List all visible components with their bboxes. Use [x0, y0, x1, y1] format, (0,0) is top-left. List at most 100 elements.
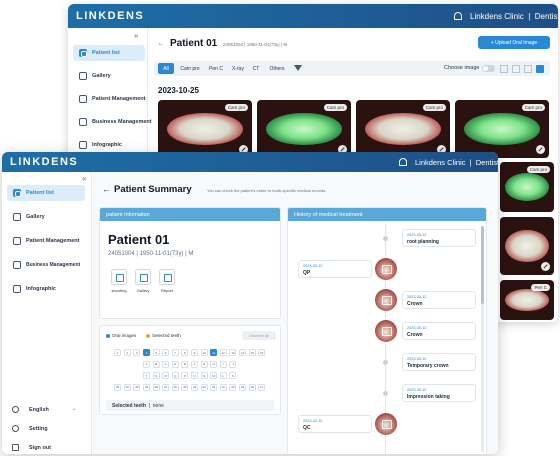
edit-icon[interactable] [541, 262, 550, 271]
report-icon[interactable] [159, 269, 175, 285]
tooth-cell[interactable]: 1 [114, 349, 122, 356]
tooth-cell[interactable]: 12 [219, 349, 227, 356]
chevron-down-icon[interactable]: ⌄ [72, 406, 76, 412]
tooth-cell[interactable]: D [171, 360, 179, 368]
tooth-cell[interactable]: Q [171, 372, 179, 379]
tab-all[interactable]: All [158, 63, 174, 74]
filter-icon[interactable] [294, 65, 302, 71]
sidebar-item-patient-list[interactable]: Patient list [73, 45, 145, 61]
tooth-cell[interactable]: 16 [258, 349, 266, 356]
treatment-photo[interactable] [375, 413, 397, 435]
tab-ct[interactable]: CT [250, 63, 262, 74]
tooth-cell[interactable]: 31 [123, 383, 131, 391]
sidebar-item-business-management[interactable]: Business Management [73, 114, 152, 130]
tooth-cell[interactable]: C [162, 360, 170, 368]
sidebar-item-patient-list[interactable]: Patient list [7, 185, 85, 201]
collapse-sidebar-icon[interactable]: « [134, 31, 138, 40]
oral-image-thumbnail[interactable]: Pen C [500, 280, 554, 320]
tooth-cell[interactable]: 4 [143, 349, 150, 356]
tooth-cell[interactable]: 3 [133, 349, 141, 356]
tooth-cell[interactable]: 15 [248, 349, 256, 356]
sidebar-item-infographic[interactable]: Infographic [7, 281, 85, 297]
tooth-cell[interactable]: G [200, 360, 208, 368]
tooth-cell[interactable]: M [210, 372, 218, 379]
setting-button[interactable]: Setting [12, 425, 48, 432]
tooth-cell[interactable]: F [191, 360, 198, 368]
sidebar-item-gallery[interactable]: Gallery [73, 68, 145, 84]
collapse-sidebar-icon[interactable]: « [82, 174, 86, 183]
tooth-cell[interactable]: L [219, 372, 227, 379]
tooth-cell[interactable]: 23 [200, 383, 208, 391]
choose-image-toggle[interactable] [482, 65, 495, 72]
tooth-cell[interactable]: 20 [229, 383, 237, 391]
treatment-photo[interactable] [375, 289, 397, 311]
tab-pen-c[interactable]: Pen C [206, 63, 226, 74]
tooth-cell[interactable]: R [162, 372, 170, 379]
tooth-cell[interactable]: I [219, 360, 227, 368]
tooth-cell[interactable]: 17 [258, 383, 266, 391]
tooth-cell[interactable]: 7 [171, 349, 179, 356]
back-arrow-icon[interactable]: ← [102, 184, 111, 194]
unselect-all-button[interactable]: Unselect All [242, 331, 276, 340]
sidebar-item-patient-management[interactable]: Patient Management [7, 233, 85, 249]
tooth-cell[interactable]: 9 [191, 349, 198, 356]
tooth-cell[interactable]: 14 [239, 349, 246, 356]
view-list-icon[interactable] [500, 64, 508, 73]
tab-x-ray[interactable]: X-ray [230, 63, 246, 74]
tooth-cell[interactable]: 26 [171, 383, 179, 391]
camera-icon[interactable] [111, 269, 127, 285]
scrollbar-thumb[interactable] [481, 226, 484, 304]
tooth-cell[interactable]: 25 [181, 383, 189, 391]
view-grid-large-icon[interactable] [536, 64, 544, 73]
treatment-photo[interactable] [375, 258, 397, 280]
tooth-cell[interactable]: 5 [152, 349, 160, 356]
tooth-cell[interactable]: 18 [248, 383, 256, 391]
tooth-cell[interactable]: 19 [239, 383, 246, 391]
tooth-cell[interactable]: N [200, 372, 208, 379]
language-select[interactable]: English [12, 406, 49, 413]
tooth-cell[interactable]: 10 [200, 349, 208, 356]
tooth-cell[interactable]: H [210, 360, 218, 368]
tooth-cell[interactable]: E [181, 360, 189, 368]
oral-image-thumbnail[interactable]: Cam pro [455, 100, 549, 158]
view-grid-small-icon[interactable] [512, 64, 520, 73]
tooth-cell[interactable]: 30 [133, 383, 141, 391]
tooth-cell[interactable]: 13 [229, 349, 237, 356]
sidebar-item-infographic[interactable]: Infographic [73, 137, 145, 153]
treatment-card[interactable]: 2023-05-12 Crown [402, 291, 476, 309]
sign-out-button[interactable]: Sign out [12, 444, 51, 451]
oral-image-thumbnail[interactable]: Cam pro [158, 100, 252, 158]
treatment-card[interactable]: 2023-05-12 QP [298, 260, 372, 278]
edit-icon[interactable] [536, 145, 545, 154]
treatment-card[interactable]: 2023-05-12 root planning [402, 229, 476, 247]
tooth-cell[interactable]: 24 [191, 383, 198, 391]
tooth-cell[interactable]: 8 [181, 349, 189, 356]
oral-image-thumbnail[interactable]: Cam pro [356, 100, 450, 158]
tooth-cell[interactable]: O [191, 372, 198, 379]
treatment-card[interactable]: 2023-05-12 QC [298, 415, 372, 433]
tooth-cell[interactable]: 32 [114, 383, 122, 391]
treatment-card[interactable]: 2023-05-12 Crown [402, 322, 476, 340]
tab-cam-pro[interactable]: Cam pro [178, 63, 202, 74]
treatment-card[interactable]: 2023-05-12 Impression taking [402, 384, 476, 402]
oral-image-thumbnail[interactable] [500, 217, 554, 275]
sidebar-item-gallery[interactable]: Gallery [7, 209, 85, 225]
tooth-cell[interactable]: 21 [219, 383, 227, 391]
treatment-card[interactable]: 2023-05-12 Temporary crown [402, 353, 476, 371]
tooth-cell[interactable]: J [229, 360, 237, 368]
view-grid-medium-icon[interactable] [524, 64, 532, 73]
tooth-cell[interactable]: 6 [162, 349, 170, 356]
oral-image-thumbnail[interactable]: Cam pro [500, 162, 554, 212]
oral-image-thumbnail[interactable]: Cam pro [257, 100, 351, 158]
back-arrow-icon[interactable]: ← [158, 41, 164, 47]
tooth-cell[interactable]: B [152, 360, 160, 368]
bell-icon[interactable] [399, 158, 407, 166]
tooth-cell[interactable]: 22 [210, 383, 218, 391]
upload-oral-image-button[interactable]: + Upload Oral Image [478, 36, 550, 49]
tooth-cell[interactable]: 2 [123, 349, 131, 356]
tooth-cell[interactable]: 27 [162, 383, 170, 391]
tooth-cell[interactable]: A [143, 360, 150, 368]
tooth-cell[interactable]: S [152, 372, 160, 379]
tooth-cell[interactable]: P [181, 372, 189, 379]
tab-others[interactable]: Others [266, 63, 288, 74]
